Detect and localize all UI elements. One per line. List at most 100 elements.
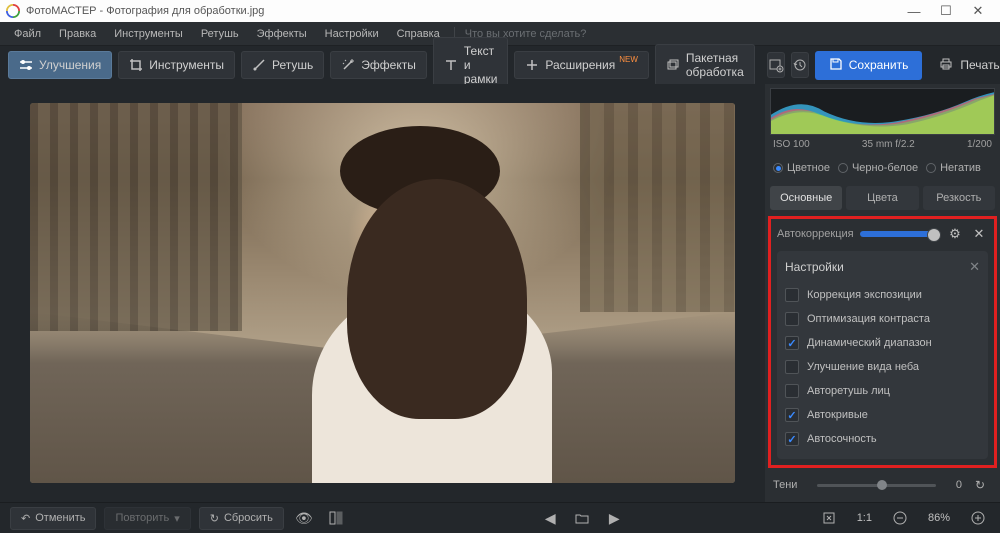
reset-button[interactable]: ↻ Сбросить	[199, 507, 284, 530]
exif-shutter: 1/200	[967, 139, 992, 150]
crop-icon	[129, 58, 143, 72]
menu-settings[interactable]: Настройки	[317, 26, 387, 42]
zoom-in-icon[interactable]	[966, 507, 990, 529]
sliders-icon	[19, 58, 33, 72]
undo-button[interactable]: ↶ Отменить	[10, 507, 96, 530]
batch-label: Пакетная обработка	[686, 51, 744, 79]
menu-tools[interactable]: Инструменты	[106, 26, 191, 42]
radio-negative[interactable]: Негатив	[926, 162, 981, 174]
autocorrect-row: Автокоррекция ⚙ ✕	[777, 225, 988, 243]
checkbox-row[interactable]: Улучшение вида неба	[785, 355, 980, 379]
new-badge: NEW	[619, 55, 638, 64]
settings-title: Настройки	[785, 260, 844, 274]
checkbox[interactable]	[785, 336, 799, 350]
menu-effects[interactable]: Эффекты	[249, 26, 315, 42]
enhance-button[interactable]: Улучшения	[8, 51, 112, 79]
exif-iso: ISO 100	[773, 139, 810, 150]
print-label: Печать	[960, 58, 999, 72]
checkbox-row[interactable]: Динамический диапазон	[785, 331, 980, 355]
shadows-value: 0	[942, 479, 962, 491]
reset-shadows-icon[interactable]: ↻	[968, 474, 992, 496]
undo-icon: ↶	[21, 512, 30, 525]
close-autocorrect-icon[interactable]: ✕	[970, 225, 988, 243]
gear-icon[interactable]: ⚙	[946, 225, 964, 243]
settings-header: Настройки ✕	[785, 259, 980, 275]
exif-info: ISO 100 35 mm f/2.2 1/200	[765, 135, 1000, 154]
save-button[interactable]: Сохранить	[815, 51, 923, 80]
checkbox-label: Авторетушь лиц	[807, 385, 890, 397]
radio-bw[interactable]: Черно-белое	[838, 162, 918, 174]
checkbox[interactable]	[785, 432, 799, 446]
window-title: ФотоМАСТЕР - Фотография для обработки.jp…	[26, 5, 264, 17]
printer-icon	[938, 56, 954, 75]
add-image-button[interactable]	[767, 52, 785, 78]
maximize-button[interactable]: ☐	[930, 3, 962, 19]
toolbar: Улучшения Инструменты Ретушь Эффекты Тек…	[0, 46, 1000, 84]
fit-screen-icon[interactable]	[817, 507, 841, 529]
brush-icon	[252, 58, 266, 72]
menu-file[interactable]: Файл	[6, 26, 49, 42]
reset-icon: ↻	[210, 512, 219, 525]
effects-button[interactable]: Эффекты	[330, 51, 427, 79]
tools-button[interactable]: Инструменты	[118, 51, 235, 79]
checkbox-row[interactable]: Коррекция экспозиции	[785, 283, 980, 307]
close-window-button[interactable]: ✕	[962, 3, 994, 19]
color-mode-group: Цветное Черно-белое Негатив	[765, 154, 1000, 182]
checkbox-row[interactable]: Авторетушь лиц	[785, 379, 980, 403]
text-label: Текст и рамки	[464, 44, 498, 86]
checkbox[interactable]	[785, 288, 799, 302]
app-logo-icon	[6, 4, 20, 18]
canvas-area	[0, 84, 765, 502]
enhance-label: Улучшения	[39, 58, 101, 72]
exif-lens: 35 mm f/2.2	[862, 139, 915, 150]
autocorrect-section: Автокоррекция ⚙ ✕ Настройки ✕ Коррекция …	[768, 216, 997, 468]
checkbox[interactable]	[785, 384, 799, 398]
batch-button[interactable]: Пакетная обработка	[655, 44, 755, 86]
close-settings-icon[interactable]: ✕	[969, 259, 980, 275]
canvas[interactable]	[0, 84, 765, 502]
zoom-ratio-button[interactable]: 1:1	[849, 510, 880, 526]
nav-next-icon[interactable]: ▶	[602, 507, 626, 529]
minimize-button[interactable]: —	[898, 4, 930, 19]
autocorrect-settings-panel: Настройки ✕ Коррекция экспозицииОптимиза…	[777, 251, 988, 459]
plus-icon	[525, 58, 539, 72]
shadows-row: Тени 0 ↻	[765, 468, 1000, 502]
menu-edit[interactable]: Правка	[51, 26, 104, 42]
wand-icon	[341, 58, 355, 72]
tab-sharp[interactable]: Резкость	[923, 186, 995, 210]
photo-preview	[30, 103, 735, 483]
checkbox-row[interactable]: Автокривые	[785, 403, 980, 427]
tab-main[interactable]: Основные	[770, 186, 842, 210]
titlebar: ФотоМАСТЕР - Фотография для обработки.jp…	[0, 0, 1000, 22]
checkbox-row[interactable]: Оптимизация контраста	[785, 307, 980, 331]
autocorrect-slider[interactable]	[860, 231, 940, 237]
compare-icon[interactable]	[324, 507, 348, 529]
open-folder-icon[interactable]	[570, 507, 594, 529]
radio-color[interactable]: Цветное	[773, 162, 830, 174]
checkbox[interactable]	[785, 312, 799, 326]
extensions-button[interactable]: Расширения NEW	[514, 51, 648, 79]
shadows-slider[interactable]	[817, 484, 936, 487]
tools-label: Инструменты	[149, 58, 224, 72]
text-icon	[444, 58, 458, 72]
preview-original-icon[interactable]: 👁	[292, 507, 316, 529]
checkbox-label: Улучшение вида неба	[807, 361, 919, 373]
redo-button[interactable]: Повторить ▾	[104, 507, 190, 530]
histogram[interactable]	[770, 88, 995, 135]
retouch-button[interactable]: Ретушь	[241, 51, 324, 79]
zoom-out-icon[interactable]	[888, 507, 912, 529]
menu-retouch[interactable]: Ретушь	[193, 26, 247, 42]
sidebar: ISO 100 35 mm f/2.2 1/200 Цветное Черно-…	[765, 84, 1000, 502]
save-label: Сохранить	[849, 58, 909, 72]
print-button[interactable]: Печать	[928, 50, 1000, 81]
history-button[interactable]	[791, 52, 809, 78]
checkbox[interactable]	[785, 360, 799, 374]
checkbox-label: Динамический диапазон	[807, 337, 932, 349]
checkbox-label: Автокривые	[807, 409, 868, 421]
tab-colors[interactable]: Цвета	[846, 186, 918, 210]
save-icon	[829, 57, 843, 74]
checkbox-row[interactable]: Автосочность	[785, 427, 980, 451]
checkbox[interactable]	[785, 408, 799, 422]
nav-prev-icon[interactable]: ◀	[538, 507, 562, 529]
autocorrect-label: Автокоррекция	[777, 228, 854, 240]
